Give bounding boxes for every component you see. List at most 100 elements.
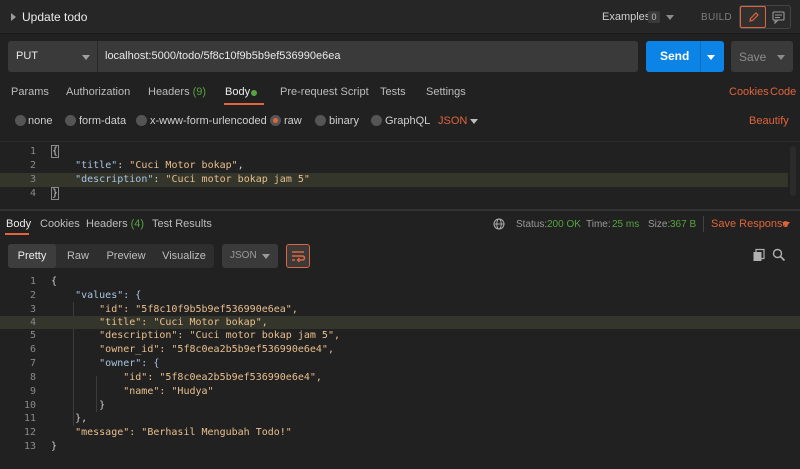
beautify-link[interactable]: Beautify bbox=[749, 115, 789, 127]
radio-form-data[interactable] bbox=[65, 115, 76, 126]
send-button[interactable]: Send bbox=[646, 41, 724, 72]
radio-graphql[interactable] bbox=[371, 115, 382, 126]
status-value[interactable]: 200 OK bbox=[547, 219, 581, 230]
editor-line: 4 } bbox=[0, 187, 788, 201]
tab-settings[interactable]: Settings bbox=[426, 86, 466, 98]
response-view-toggle: Pretty Raw Preview Visualize bbox=[8, 244, 214, 268]
view-pretty-button[interactable]: Pretty bbox=[8, 244, 56, 268]
code-text: "owner_id": "5f8c0ea2b5b9ef536990e6e4", bbox=[51, 344, 334, 355]
response-line: 12 "message": "Berhasil Mengubah Todo!" bbox=[0, 426, 800, 439]
response-line: 11 }, bbox=[0, 412, 800, 425]
tab-tests[interactable]: Tests bbox=[380, 86, 406, 98]
radio-urlencoded-label[interactable]: x-www-form-urlencoded bbox=[150, 115, 267, 127]
line-number: 6 bbox=[29, 344, 36, 355]
save-options-icon[interactable] bbox=[777, 55, 785, 60]
code-text: "id": "5f8c0ea2b5b9ef536990e6e4", bbox=[51, 372, 322, 383]
editor-line: 2 "title": "Cuci Motor bokap", bbox=[0, 159, 788, 173]
line-number: 1 bbox=[29, 276, 36, 287]
radio-form-data-label[interactable]: form-data bbox=[79, 115, 126, 127]
view-preview-button[interactable]: Preview bbox=[102, 244, 150, 268]
editor-line: 1 { bbox=[0, 145, 788, 159]
radio-none[interactable] bbox=[15, 115, 26, 126]
url-input[interactable]: localhost:5000/todo/5f8c10f9b5b9ef536990… bbox=[97, 41, 638, 72]
line-number: 4 bbox=[29, 188, 36, 199]
radio-binary[interactable] bbox=[315, 115, 326, 126]
body-indicator-dot bbox=[251, 90, 257, 96]
code-text: } bbox=[51, 187, 60, 201]
response-tab-headers-label: Headers bbox=[86, 218, 128, 230]
code-text: "title": "Cuci Motor bokap", bbox=[51, 159, 244, 173]
response-line: 13 } bbox=[0, 440, 800, 453]
save-label: Save bbox=[739, 50, 767, 64]
mode-toggle bbox=[739, 5, 791, 29]
edit-mode-button[interactable] bbox=[740, 6, 766, 28]
line-number: 3 bbox=[29, 174, 36, 185]
search-icon[interactable] bbox=[772, 248, 786, 262]
request-body-editor[interactable]: 1 { 2 "title": "Cuci Motor bokap", 3 "de… bbox=[0, 141, 800, 203]
url-value: localhost:5000/todo/5f8c10f9b5b9ef536990… bbox=[105, 50, 341, 62]
editor-scrollbar[interactable] bbox=[790, 146, 796, 196]
response-tab-test-results[interactable]: Test Results bbox=[152, 218, 212, 230]
size-value[interactable]: 367 B bbox=[670, 219, 696, 230]
response-format-select[interactable]: JSON bbox=[222, 244, 278, 268]
response-tab-cookies[interactable]: Cookies bbox=[40, 218, 80, 230]
line-number: 13 bbox=[23, 441, 36, 452]
send-options-icon[interactable] bbox=[707, 55, 715, 60]
json-string: "Cuci motor bokap jam 5" bbox=[165, 174, 310, 185]
line-number: 10 bbox=[23, 400, 36, 411]
line-number: 4 bbox=[29, 317, 36, 328]
radio-binary-label[interactable]: binary bbox=[329, 115, 359, 127]
response-line: 2 "values": { bbox=[0, 289, 800, 302]
request-title[interactable]: Update todo bbox=[22, 10, 87, 24]
globe-icon[interactable] bbox=[493, 218, 505, 230]
radio-urlencoded[interactable] bbox=[136, 115, 147, 126]
json-key: "description" bbox=[75, 174, 154, 185]
method-select[interactable]: PUT bbox=[8, 41, 97, 72]
send-label: Send bbox=[660, 49, 690, 63]
response-tab-body[interactable]: Body bbox=[6, 218, 31, 230]
code-link[interactable]: Code bbox=[770, 86, 796, 98]
pane-splitter[interactable] bbox=[0, 209, 800, 211]
tab-authorization[interactable]: Authorization bbox=[66, 86, 130, 98]
save-button[interactable]: Save bbox=[731, 41, 793, 72]
code-text: "message": "Berhasil Mengubah Todo!" bbox=[51, 427, 292, 438]
time-value[interactable]: 25 ms bbox=[612, 219, 639, 230]
build-label: BUILD bbox=[701, 12, 732, 23]
tab-params[interactable]: Params bbox=[11, 86, 49, 98]
tab-headers[interactable]: Headers (9) bbox=[148, 86, 206, 98]
status-divider bbox=[703, 216, 704, 232]
code-text: } bbox=[51, 400, 106, 411]
json-string: "Cuci Motor bokap" bbox=[129, 160, 238, 171]
response-tab-headers[interactable]: Headers (4) bbox=[86, 218, 144, 230]
save-response-button[interactable]: Save Response bbox=[711, 218, 789, 230]
tab-headers-label: Headers bbox=[148, 86, 190, 98]
tab-prerequest-script[interactable]: Pre-request Script bbox=[280, 86, 369, 98]
status-label: Status: bbox=[516, 219, 548, 230]
examples-label[interactable]: Examples bbox=[602, 11, 650, 23]
comment-mode-button[interactable] bbox=[766, 6, 791, 28]
chevron-down-icon[interactable] bbox=[470, 119, 478, 124]
size-label: Size: bbox=[648, 219, 671, 230]
response-line-active: 4 "title": "Cuci Motor bokap", bbox=[0, 316, 800, 329]
chevron-down-icon bbox=[82, 55, 90, 60]
view-visualize-button[interactable]: Visualize bbox=[156, 244, 212, 268]
line-number: 9 bbox=[29, 386, 36, 397]
expand-caret-icon[interactable] bbox=[11, 13, 16, 21]
tab-body[interactable]: Body bbox=[225, 86, 250, 98]
radio-graphql-label[interactable]: GraphQL bbox=[385, 115, 430, 127]
radio-raw-label[interactable]: raw bbox=[284, 115, 302, 127]
wrap-lines-button[interactable] bbox=[286, 244, 310, 268]
radio-none-label[interactable]: none bbox=[28, 115, 52, 127]
chevron-down-icon[interactable] bbox=[782, 222, 790, 227]
examples-dropdown-icon[interactable] bbox=[666, 15, 674, 20]
code-text: "name": "Hudya" bbox=[51, 386, 214, 397]
body-format-select[interactable]: JSON bbox=[438, 115, 467, 127]
code-text: "description": "Cuci motor bokap jam 5" bbox=[51, 173, 310, 187]
cookies-link[interactable]: Cookies bbox=[729, 86, 769, 98]
copy-icon[interactable] bbox=[752, 248, 766, 262]
code-text: "description": "Cuci motor bokap jam 5", bbox=[51, 330, 340, 341]
radio-raw[interactable] bbox=[270, 115, 281, 126]
view-raw-button[interactable]: Raw bbox=[60, 244, 96, 268]
